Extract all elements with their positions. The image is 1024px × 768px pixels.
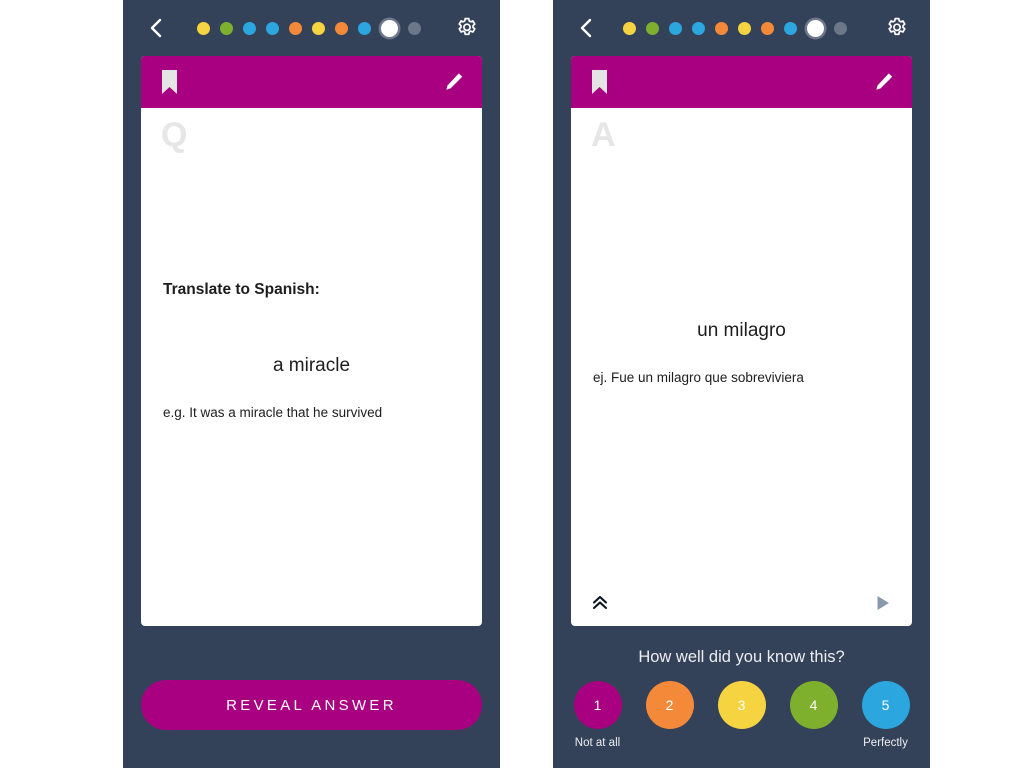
app-screenshot: Q Translate to Spanish: a miracle e.g. I…	[0, 0, 1024, 768]
bookmark-icon	[591, 70, 607, 94]
gear-icon	[458, 17, 476, 36]
question-watermark: Q	[161, 116, 188, 154]
answer-content: un milagro ej. Fue un milagro que sobrev…	[593, 320, 890, 385]
answer-watermark: A	[591, 116, 616, 154]
rating-question: How well did you know this?	[638, 648, 845, 666]
collapse-button[interactable]	[587, 590, 613, 616]
answer-topbar	[553, 0, 930, 56]
rating-button-4[interactable]: 4	[789, 681, 838, 729]
play-icon	[877, 596, 889, 610]
progress-dot-8[interactable]	[358, 21, 371, 35]
progress-dot-9[interactable]	[807, 19, 824, 37]
progress-dot-4[interactable]	[692, 21, 705, 35]
progress-dots	[197, 19, 421, 37]
progress-dot-3[interactable]	[669, 21, 682, 35]
settings-button[interactable]	[452, 13, 482, 43]
question-example: e.g. It was a miracle that he survived	[163, 405, 383, 421]
edit-button[interactable]	[440, 68, 468, 96]
progress-dot-5[interactable]	[715, 21, 728, 35]
progress-dot-3[interactable]	[243, 21, 256, 35]
progress-dot-5[interactable]	[289, 21, 302, 35]
progress-dot-10[interactable]	[834, 21, 847, 35]
pencil-icon	[876, 73, 893, 90]
edit-button[interactable]	[870, 68, 898, 96]
rating-item-3: 3.	[717, 681, 766, 749]
chevron-double-up-icon	[592, 595, 608, 610]
question-content: Translate to Spanish: a miracle e.g. It …	[163, 280, 460, 420]
rating-button-5[interactable]: 5	[861, 681, 910, 729]
answer-card-header	[571, 56, 912, 108]
rating-button-1[interactable]: 1	[573, 681, 622, 729]
question-prompt: Translate to Spanish:	[163, 281, 320, 298]
gear-icon	[888, 17, 906, 36]
pencil-icon	[446, 73, 463, 90]
progress-dot-4[interactable]	[266, 21, 279, 35]
answer-term: un milagro	[697, 320, 786, 341]
rating-item-2: 2.	[645, 681, 694, 749]
question-card-body: Q Translate to Spanish: a miracle e.g. I…	[141, 108, 482, 626]
rating-button-3[interactable]: 3	[717, 681, 766, 729]
rating-item-1: 1 Not at all	[573, 681, 622, 749]
progress-dots	[623, 19, 847, 37]
chevron-left-icon	[580, 18, 592, 38]
rating-caption-1: Not at all	[574, 737, 621, 749]
question-screen: Q Translate to Spanish: a miracle e.g. I…	[123, 0, 500, 768]
play-audio-button[interactable]	[870, 590, 896, 616]
progress-dot-9[interactable]	[381, 19, 398, 37]
settings-button[interactable]	[882, 13, 912, 43]
question-topbar	[123, 0, 500, 56]
progress-dot-8[interactable]	[784, 21, 797, 35]
answer-card-body: A un milagro ej. Fue un milagro que sobr…	[571, 108, 912, 586]
question-card: Q Translate to Spanish: a miracle e.g. I…	[141, 56, 482, 626]
reveal-answer-area: REVEAL ANSWER	[123, 626, 500, 768]
progress-dot-10[interactable]	[408, 21, 421, 35]
progress-dot-1[interactable]	[623, 21, 636, 35]
progress-dot-7[interactable]	[335, 21, 348, 35]
progress-dot-2[interactable]	[220, 21, 233, 35]
bookmark-button[interactable]	[585, 68, 613, 96]
back-button[interactable]	[571, 13, 601, 43]
progress-dot-1[interactable]	[197, 21, 210, 35]
reveal-answer-button[interactable]: REVEAL ANSWER	[141, 680, 482, 730]
bookmark-button[interactable]	[155, 68, 183, 96]
progress-dot-7[interactable]	[761, 21, 774, 35]
answer-example: ej. Fue un milagro que sobreviviera	[593, 370, 804, 385]
chevron-left-icon	[150, 18, 162, 38]
rating-button-2[interactable]: 2	[645, 681, 694, 729]
back-button[interactable]	[141, 13, 171, 43]
question-term: a miracle	[272, 355, 351, 377]
rating-caption-5: Perfectly	[863, 737, 908, 749]
progress-dot-6[interactable]	[312, 21, 325, 35]
rating-buttons: 1 Not at all 2. 3. 4. 5 Perfectly	[573, 681, 910, 749]
answer-card: A un milagro ej. Fue un milagro que sobr…	[571, 56, 912, 626]
rating-item-5: 5 Perfectly	[861, 681, 910, 749]
question-card-header	[141, 56, 482, 108]
answer-card-footer	[571, 586, 912, 626]
rating-area: How well did you know this? 1 Not at all 2…	[553, 626, 930, 768]
progress-dot-6[interactable]	[738, 21, 751, 35]
answer-screen: A un milagro ej. Fue un milagro que sobr…	[553, 0, 930, 768]
rating-item-4: 4.	[789, 681, 838, 749]
bookmark-icon	[161, 70, 177, 94]
progress-dot-2[interactable]	[646, 21, 659, 35]
